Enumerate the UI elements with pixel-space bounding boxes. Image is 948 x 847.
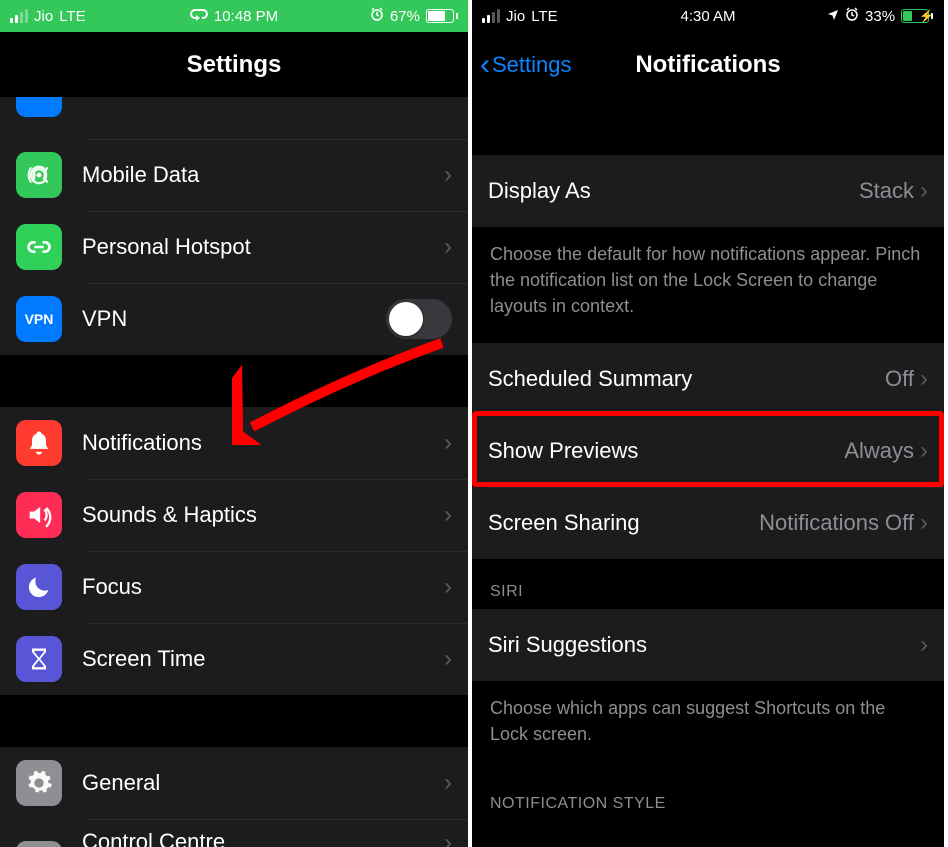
bell-icon (16, 420, 62, 466)
row-label: Notifications (82, 430, 444, 456)
antenna-icon (16, 152, 62, 198)
carrier-label: Jio (506, 8, 525, 25)
title-bar: ‹ Settings Notifications (472, 32, 944, 97)
network-label: LTE (59, 8, 85, 25)
chevron-right-icon: › (444, 829, 452, 847)
settings-row-general[interactable]: General › (0, 747, 468, 819)
app-icon-partial (16, 97, 62, 117)
row-screen-sharing[interactable]: Screen Sharing Notifications Off › (472, 487, 944, 559)
vpn-toggle[interactable] (386, 299, 452, 339)
signal-icon (482, 9, 500, 23)
moon-icon (16, 564, 62, 610)
alarm-icon (370, 7, 384, 25)
settings-screen: Jio LTE 10:48 PM 67% Settings (0, 0, 472, 847)
row-label: Control Centre (82, 829, 444, 847)
settings-row-notifications[interactable]: Notifications › (0, 407, 468, 479)
toggle-icon (16, 841, 62, 847)
row-label: Show Previews (488, 438, 844, 464)
row-label: Mobile Data (82, 162, 444, 188)
speaker-icon (16, 492, 62, 538)
network-label: LTE (531, 8, 557, 25)
settings-row-control-centre[interactable]: Control Centre › (0, 819, 468, 847)
chevron-left-icon: ‹ (480, 50, 490, 80)
row-scheduled-summary[interactable]: Scheduled Summary Off › (472, 343, 944, 415)
chevron-right-icon: › (444, 573, 452, 601)
charging-bolt-icon: ⚡ (919, 9, 934, 23)
chevron-right-icon: › (920, 437, 928, 465)
hotspot-icon (190, 8, 208, 25)
settings-row-focus[interactable]: Focus › (0, 551, 468, 623)
row-value: Notifications Off (759, 510, 914, 536)
carrier-label: Jio (34, 8, 53, 25)
battery-pct: 67% (390, 8, 420, 25)
gear-icon (16, 760, 62, 806)
back-button[interactable]: ‹ Settings (480, 50, 572, 80)
chevron-right-icon: › (444, 161, 452, 189)
row-display-as[interactable]: Display As Stack › (472, 155, 944, 227)
chevron-right-icon: › (920, 631, 928, 659)
row-value: Stack (859, 178, 914, 204)
row-label: Screen Time (82, 646, 444, 672)
page-title: Settings (187, 51, 282, 79)
chevron-right-icon: › (920, 365, 928, 393)
settings-row-vpn[interactable]: VPN VPN (0, 283, 468, 355)
settings-row-personal-hotspot[interactable]: Personal Hotspot › (0, 211, 468, 283)
chevron-right-icon: › (444, 501, 452, 529)
back-label: Settings (492, 52, 572, 78)
row-label: Personal Hotspot (82, 234, 444, 260)
chevron-right-icon: › (444, 233, 452, 261)
page-title: Notifications (635, 51, 780, 79)
chevron-right-icon: › (444, 429, 452, 457)
chevron-right-icon: › (920, 509, 928, 537)
chevron-right-icon: › (444, 769, 452, 797)
row-label: Sounds & Haptics (82, 502, 444, 528)
alarm-icon (845, 7, 859, 25)
notifications-screen: Jio LTE 4:30 AM 33% ⚡ ‹ Settings Notific (472, 0, 944, 847)
row-label: Scheduled Summary (488, 366, 885, 392)
battery-icon (426, 9, 458, 23)
row-siri-suggestions[interactable]: Siri Suggestions › (472, 609, 944, 681)
chevron-right-icon: › (444, 645, 452, 673)
settings-row-partial-top[interactable] (0, 97, 468, 139)
siri-footer: Choose which apps can suggest Shortcuts … (472, 681, 944, 771)
settings-row-sounds[interactable]: Sounds & Haptics › (0, 479, 468, 551)
settings-row-mobile-data[interactable]: Mobile Data › (0, 139, 468, 211)
display-as-footer: Choose the default for how notifications… (472, 227, 944, 343)
status-time: 4:30 AM (680, 8, 735, 25)
row-label: Display As (488, 178, 859, 204)
section-header-notif-style: NOTIFICATION STYLE (472, 771, 944, 813)
row-label: Screen Sharing (488, 510, 759, 536)
section-header-siri: SIRI (472, 559, 944, 609)
hourglass-icon (16, 636, 62, 682)
status-bar-left: Jio LTE 10:48 PM 67% (0, 0, 468, 32)
row-label: General (82, 770, 444, 796)
signal-icon (10, 9, 28, 23)
row-show-previews[interactable]: Show Previews Always › (472, 415, 944, 487)
vpn-icon: VPN (16, 296, 62, 342)
row-label: Focus (82, 574, 444, 600)
row-label: VPN (82, 306, 386, 332)
status-bar-right: Jio LTE 4:30 AM 33% ⚡ (472, 0, 944, 32)
battery-pct: 33% (865, 8, 895, 25)
chevron-right-icon: › (920, 177, 928, 205)
location-icon (827, 8, 839, 25)
status-time: 10:48 PM (214, 8, 278, 25)
row-label: Siri Suggestions (488, 632, 920, 658)
link-icon (16, 224, 62, 270)
row-value: Always (844, 438, 914, 464)
title-bar: Settings (0, 32, 468, 97)
settings-row-screen-time[interactable]: Screen Time › (0, 623, 468, 695)
row-value: Off (885, 366, 914, 392)
